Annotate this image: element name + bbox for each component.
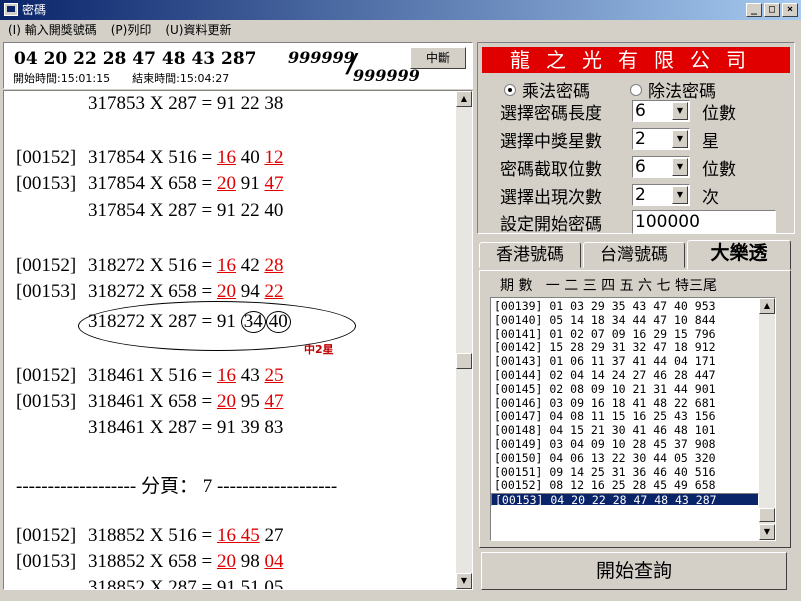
start-time: 開始時間:15:01:15	[13, 72, 111, 85]
result-line: [00152] 318461 X 516 = 16 43 25	[16, 365, 284, 386]
list-item[interactable]: [00151] 09 14 25 31 36 46 40 516	[491, 465, 759, 479]
start-password-input[interactable]: 100000	[632, 210, 776, 234]
stop-button[interactable]: 中斷	[410, 47, 466, 69]
result-line: [00153] 317854 X 658 = 20 91 47	[16, 173, 284, 194]
result-line: [00152] 317854 X 516 = 16 40 12	[16, 147, 284, 168]
page-separator: ------------------- 分頁： 7 --------------…	[16, 476, 338, 497]
draw-history-list[interactable]: [00139] 01 03 29 35 43 47 40 953 [00140] …	[490, 297, 776, 541]
winning-stars-label: 選擇中獎星數	[500, 131, 602, 152]
chevron-down-icon[interactable]: ▼	[672, 186, 688, 204]
menu-bar: (I) 輸入開獎號碼 (P)列印 (U)資料更新	[0, 20, 801, 40]
list-item[interactable]: [00141] 01 02 07 09 16 29 15 796	[491, 327, 759, 341]
list-item[interactable]: [00144] 02 04 14 24 27 46 28 447	[491, 368, 759, 382]
chevron-down-icon[interactable]: ▼	[672, 130, 688, 148]
winning-stars-select[interactable]: 2 ▼	[632, 128, 690, 150]
list-item[interactable]: [00139] 01 03 29 35 43 47 40 953	[491, 299, 759, 313]
list-item[interactable]: [00143] 01 06 11 37 41 44 04 171	[491, 355, 759, 368]
result-line: [00153] 318852 X 658 = 20 98 04	[16, 551, 284, 572]
scroll-down-icon[interactable]: ▼	[759, 524, 775, 540]
list-item[interactable]: [00149] 03 04 09 10 28 45 37 908	[491, 437, 759, 451]
tab-taiwan[interactable]: 台灣號碼	[583, 242, 685, 268]
window-title: 密碼	[22, 3, 47, 17]
list-item[interactable]: [00140] 05 14 18 34 44 47 10 844	[491, 313, 759, 327]
results-scrollbar[interactable]: ▲ ▼	[456, 91, 472, 589]
list-item[interactable]: [00148] 04 15 21 30 41 46 48 101	[491, 424, 759, 437]
occurrence-select[interactable]: 2 ▼	[632, 184, 690, 206]
scroll-up-icon[interactable]: ▲	[759, 298, 775, 314]
progress-done: 999999	[288, 48, 355, 67]
radio-unchecked-icon[interactable]	[630, 83, 642, 96]
list-item[interactable]: [00150] 04 06 13 22 30 44 05 320	[491, 451, 759, 465]
password-length-select[interactable]: 6 ▼	[632, 100, 690, 122]
menu-input-numbers[interactable]: (I) 輸入開獎號碼	[8, 20, 97, 40]
tab-content: 期 數 一 二 三 四 五 六 七 特三尾 [00139] 01 03 29 3…	[479, 270, 791, 548]
cut-digits-label: 密碼截取位數	[500, 159, 602, 180]
cut-digits-select[interactable]: 6 ▼	[632, 156, 690, 178]
list-item[interactable]: [00145] 02 08 09 10 21 31 44 901	[491, 382, 759, 396]
result-line-hit: 318272 X 287 = 91 34 40	[16, 311, 291, 335]
settings-group: 龍之光有限公司 乘法密碼 除法密碼 選擇密碼長度 6 ▼ 位數 選擇中獎星數 2 ▼…	[477, 42, 795, 235]
scroll-thumb[interactable]	[456, 353, 472, 369]
results-panel: 317853 X 287 = 91 22 38 [00152] 317854 X …	[3, 90, 473, 590]
result-line: [00152] 318272 X 516 = 16 42 28	[16, 255, 284, 276]
list-item[interactable]: [00152] 08 12 16 25 28 45 49 658	[491, 479, 759, 492]
result-line: 317853 X 287 = 91 22 38	[88, 93, 284, 114]
menu-update-data[interactable]: (U)資料更新	[165, 20, 231, 40]
status-panel: 04 20 22 28 47 48 43 287 開始時間:15:01:15 結束…	[3, 42, 473, 89]
list-scrollbar[interactable]: ▲ ▼	[759, 298, 775, 540]
list-item[interactable]: [00142] 15 28 29 31 32 47 18 912	[491, 341, 759, 354]
maximize-button[interactable]: □	[764, 3, 780, 17]
list-item[interactable]: [00147] 04 08 11 15 16 25 43 156	[491, 410, 759, 423]
close-button[interactable]: ×	[782, 3, 798, 17]
draw-numbers: 04 20 22 28 47 48 43 287	[14, 49, 257, 69]
start-password-label: 設定開始密碼	[500, 214, 602, 235]
list-scroll-thumb[interactable]	[759, 508, 775, 522]
result-line: [00153] 318461 X 658 = 20 95 47	[16, 391, 284, 412]
result-line: 318461 X 287 = 91 39 83	[88, 417, 284, 438]
end-time: 結束時間:15:04:27	[132, 72, 230, 85]
tab-lotto[interactable]: 大樂透	[687, 240, 791, 270]
radio-checked-icon[interactable]	[504, 83, 516, 96]
main-window: 密碼 _ □ × (I) 輸入開獎號碼 (P)列印 (U)資料更新 04 20 …	[0, 0, 801, 601]
password-length-label: 選擇密碼長度	[500, 103, 602, 124]
minimize-button[interactable]: _	[746, 3, 762, 17]
start-query-button[interactable]: 開始查詢	[481, 552, 787, 590]
menu-print[interactable]: (P)列印	[111, 20, 152, 40]
scroll-down-icon[interactable]: ▼	[456, 573, 472, 589]
tab-hongkong[interactable]: 香港號碼	[479, 242, 581, 268]
list-item[interactable]: [00146] 03 09 16 18 41 48 22 681	[491, 396, 759, 410]
occurrence-label: 選擇出現次數	[500, 187, 602, 208]
company-banner: 龍之光有限公司	[482, 47, 790, 73]
result-line: 318852 X 287 = 91 51 05	[88, 577, 284, 590]
chevron-down-icon[interactable]: ▼	[672, 158, 688, 176]
chevron-down-icon[interactable]: ▼	[672, 102, 688, 120]
scroll-up-icon[interactable]: ▲	[456, 91, 472, 107]
tab-strip: 香港號碼 台灣號碼 大樂透	[479, 240, 791, 270]
list-item[interactable]: [00153] 04 20 22 28 47 48 43 287	[491, 493, 759, 507]
result-line: 317854 X 287 = 91 22 40	[88, 200, 284, 221]
result-line: [00152] 318852 X 516 = 16 45 27	[16, 525, 284, 546]
list-header: 期 數 一 二 三 四 五 六 七 特三尾	[500, 278, 717, 294]
title-bar: 密碼 _ □ ×	[0, 0, 801, 20]
settings-panel: 龍之光有限公司 乘法密碼 除法密碼 選擇密碼長度 6 ▼ 位數 選擇中獎星數 2 ▼…	[477, 42, 795, 592]
app-icon	[4, 3, 18, 16]
hit-mark: 中2星	[304, 343, 334, 356]
